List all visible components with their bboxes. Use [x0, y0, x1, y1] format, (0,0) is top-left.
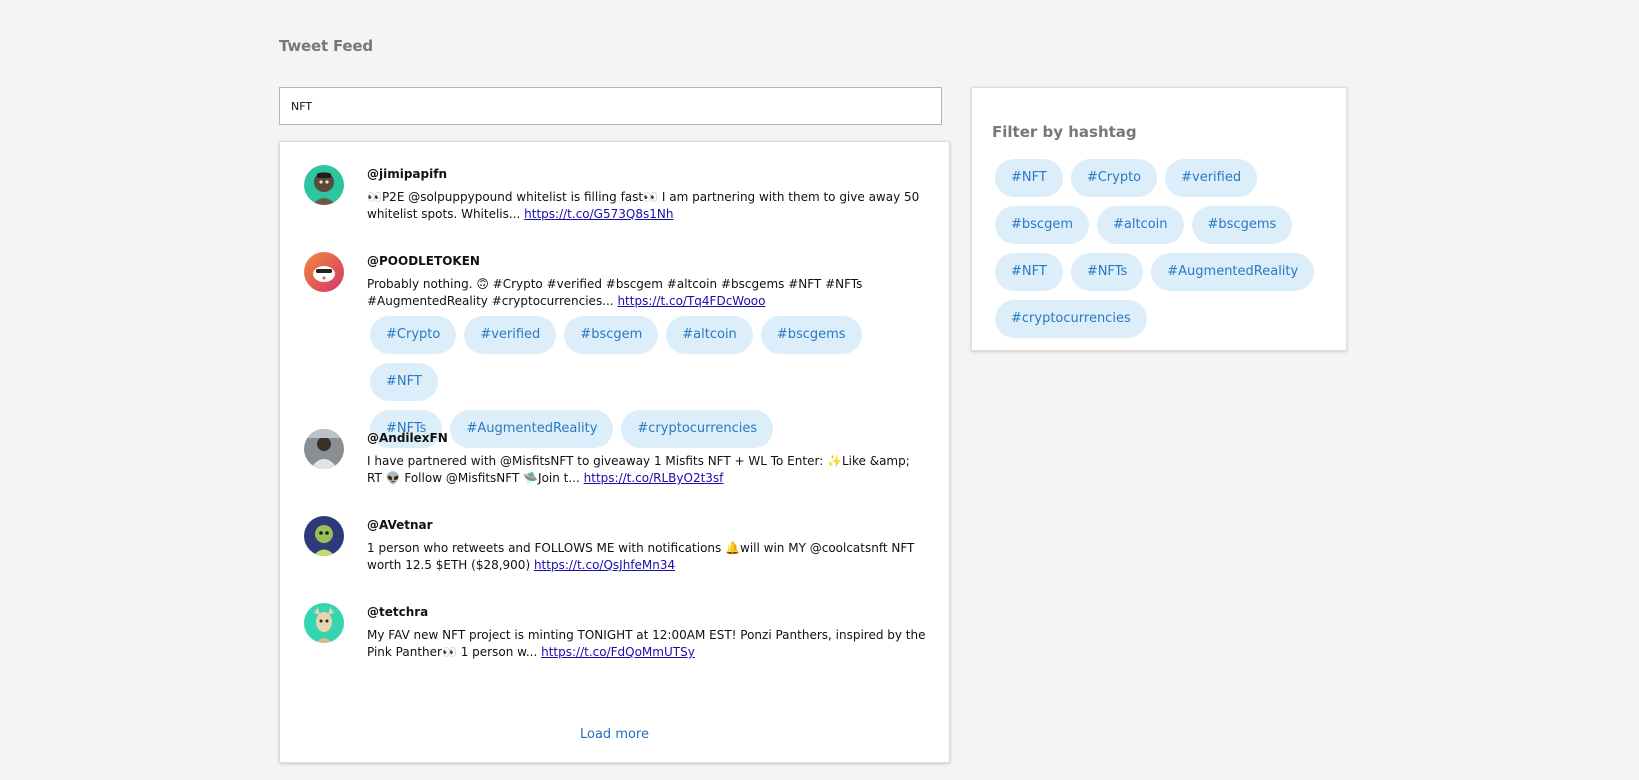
hashtag-chip[interactable]: #Crypto: [370, 316, 457, 354]
tweet-link[interactable]: https://t.co/G573Q8s1Nh: [524, 207, 673, 221]
hashtag-chip[interactable]: #verified: [464, 316, 557, 354]
hashtag-chip[interactable]: #altcoin: [666, 316, 753, 354]
avatar[interactable]: [304, 603, 344, 643]
tweet-text: 1 person who retweets and FOLLOWS ME wit…: [367, 541, 915, 572]
avatar[interactable]: [304, 516, 344, 556]
filter-hashtag-chip[interactable]: #NFT: [995, 159, 1063, 197]
tweet-text: My FAV new NFT project is minting TONIGH…: [367, 628, 926, 659]
filter-hashtag-chip[interactable]: #NFT: [995, 253, 1063, 291]
tweet-handle[interactable]: @POODLETOKEN: [367, 252, 927, 270]
tweet-handle[interactable]: @jimipapifn: [367, 165, 927, 183]
filter-panel: Filter by hashtag #NFT #Crypto #verified #b…: [971, 87, 1347, 351]
tweet-feed: @jimipapifn 👀P2E @solpuppypound whitelis…: [279, 141, 950, 763]
filter-hashtag-chip[interactable]: #NFTs: [1070, 253, 1144, 291]
tweet-handle[interactable]: @tetchra: [367, 603, 927, 621]
filter-hashtag-chip[interactable]: #altcoin: [1096, 206, 1184, 244]
hashtag-chip[interactable]: #bscgems: [760, 316, 862, 354]
tweet-text: I have partnered with @MisfitsNFT to giv…: [367, 454, 910, 485]
hashtag-chip[interactable]: #bscgem: [564, 316, 659, 354]
avatar[interactable]: [304, 252, 344, 292]
avatar[interactable]: [304, 429, 344, 469]
filter-hashtag-chip[interactable]: #AugmentedReality: [1151, 253, 1315, 291]
load-more-button[interactable]: Load more: [280, 727, 949, 742]
search-input[interactable]: [279, 87, 942, 125]
filter-hashtag-chip[interactable]: #Crypto: [1070, 159, 1158, 197]
tweet-link[interactable]: https://t.co/QsJhfeMn34: [534, 558, 675, 572]
tweet-handle[interactable]: @AndilexFN: [367, 429, 927, 447]
filter-hashtag-chip[interactable]: #verified: [1165, 159, 1258, 197]
tweet-text: Probably nothing. 🙃 #Crypto #verified #b…: [367, 277, 863, 308]
tweet-handle[interactable]: @AVetnar: [367, 516, 927, 534]
hashtag-chip[interactable]: #NFT: [370, 363, 438, 401]
tweet-link[interactable]: https://t.co/FdQoMmUTSy: [541, 645, 695, 659]
avatar[interactable]: [304, 165, 344, 205]
filter-title: Filter by hashtag: [992, 123, 1137, 141]
filter-hashtag-list: #NFT #Crypto #verified #bscgem #altcoin #bscg…: [992, 159, 1332, 347]
tweet-text: 👀P2E @solpuppypound whitelist is filling…: [367, 190, 920, 221]
filter-hashtag-chip[interactable]: #bscgems: [1191, 206, 1293, 244]
tweet-link[interactable]: https://t.co/RLByO2t3sf: [584, 471, 724, 485]
filter-hashtag-chip[interactable]: #bscgem: [995, 206, 1089, 244]
filter-hashtag-chip[interactable]: #cryptocurrencies: [995, 300, 1147, 338]
tweet-link[interactable]: https://t.co/Tq4FDcWooo: [617, 294, 765, 308]
page-title: Tweet Feed: [279, 37, 373, 55]
